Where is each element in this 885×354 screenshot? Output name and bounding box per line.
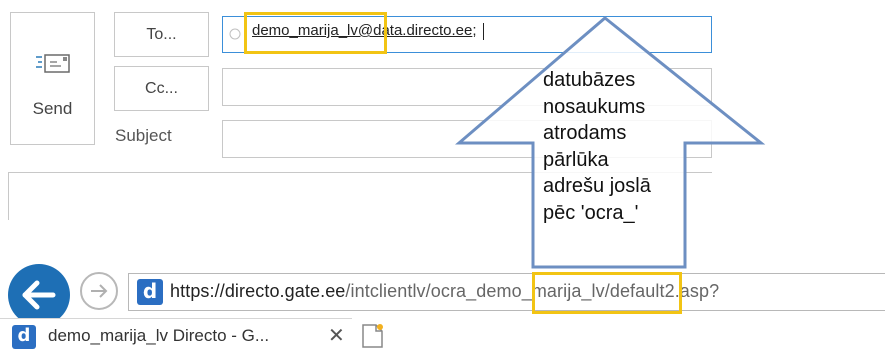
annotation-line: atrodams	[543, 122, 627, 144]
send-envelope-icon	[36, 54, 70, 73]
annotation-line: nosaukums	[543, 95, 646, 118]
url-scheme: https://directo.	[170, 281, 285, 301]
send-button[interactable]: Send	[10, 12, 95, 145]
annotation-text: datubāzes nosaukums atrodams pārlūka adr…	[543, 67, 651, 226]
url-domain: gate.ee	[284, 281, 346, 301]
to-button[interactable]: To...	[114, 12, 209, 57]
tab-title: demo_marija_lv Directo - G...	[48, 326, 270, 345]
back-arrow-icon	[22, 280, 56, 310]
database-name-highlight-url	[532, 272, 682, 314]
annotation-line: datubāzes	[543, 69, 636, 91]
send-label: Send	[32, 99, 73, 118]
tab-close-icon[interactable]: ✕	[328, 323, 345, 348]
contact-icon	[229, 28, 241, 40]
annotation-line: pārlūka	[543, 148, 609, 171]
tab-favicon-icon: d	[12, 325, 36, 349]
site-favicon-icon: d	[137, 279, 163, 305]
back-button[interactable]	[8, 264, 70, 326]
subject-label: Subject	[115, 126, 172, 145]
annotation-line: pēc 'ocra_'	[543, 201, 639, 224]
forward-arrow-icon	[91, 284, 108, 298]
cc-button[interactable]: Cc...	[114, 66, 209, 111]
annotation-line: adrešu joslā	[543, 175, 651, 197]
forward-button[interactable]	[80, 272, 118, 310]
database-name-highlight-email	[244, 12, 387, 54]
new-tab-icon[interactable]	[360, 322, 386, 350]
